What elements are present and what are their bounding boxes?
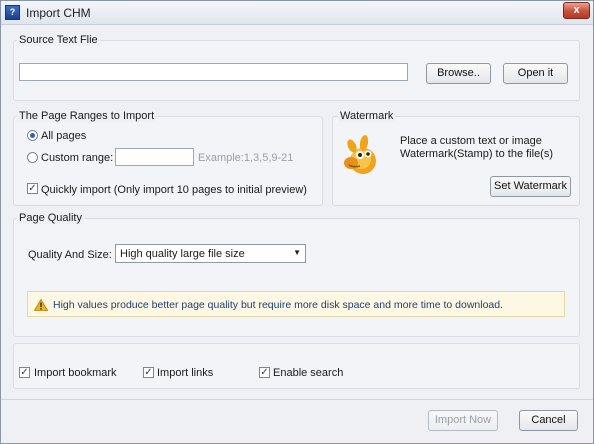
source-panel-label: Source Text Flie	[17, 34, 100, 46]
watermark-label: Watermark	[338, 110, 396, 122]
set-watermark-button[interactable]: Set Watermark	[490, 176, 571, 197]
import-links-checkbox[interactable]: ✓	[143, 367, 154, 378]
page-quality-panel	[13, 218, 580, 337]
import-bookmark-checkbox[interactable]: ✓	[19, 367, 30, 378]
footer-divider	[1, 399, 593, 400]
import-bookmark-label[interactable]: Import bookmark	[34, 367, 117, 379]
all-pages-label[interactable]: All pages	[41, 130, 86, 142]
enable-search-label[interactable]: Enable search	[273, 367, 343, 379]
watermark-description-line1: Place a custom text or image	[400, 135, 542, 147]
page-quality-label: Page Quality	[17, 212, 84, 224]
quick-import-label[interactable]: Quickly import (Only import 10 pages to …	[41, 184, 307, 196]
close-button[interactable]: x	[563, 2, 590, 19]
title-bar[interactable]: ? Import CHM x	[1, 1, 593, 25]
import-chm-dialog: ? Import CHM x Source Text Flie Browse..…	[0, 0, 594, 444]
browse-button[interactable]: Browse..	[426, 63, 491, 84]
watermark-description-line2: Watermark(Stamp) to the file(s)	[400, 148, 554, 160]
open-it-button[interactable]: Open it	[503, 63, 568, 84]
page-ranges-label: The Page Ranges to Import	[17, 110, 157, 122]
quality-warning-text: High values produce better page quality …	[53, 299, 504, 311]
custom-range-example: Example:1,3,5,9-21	[198, 152, 294, 164]
quality-size-label: Quality And Size:	[28, 249, 112, 261]
app-icon: ?	[5, 5, 20, 20]
custom-range-input[interactable]	[115, 148, 194, 166]
cancel-button[interactable]: Cancel	[519, 410, 578, 431]
chevron-down-icon: ▼	[293, 248, 301, 257]
quality-select[interactable]: High quality large file size ▼	[115, 244, 306, 263]
quality-warning: High values produce better page quality …	[27, 291, 565, 317]
enable-search-checkbox[interactable]: ✓	[259, 367, 270, 378]
gimp-mascot-icon	[344, 135, 376, 174]
warning-icon	[34, 299, 48, 311]
window-title: Import CHM	[26, 6, 91, 20]
import-now-button[interactable]: Import Now	[428, 410, 498, 431]
quick-import-checkbox[interactable]: ✓	[27, 183, 38, 194]
custom-range-radio[interactable]	[27, 152, 38, 163]
import-links-label[interactable]: Import links	[157, 367, 213, 379]
source-path-input[interactable]	[19, 63, 408, 81]
all-pages-radio[interactable]	[27, 130, 38, 141]
import-options-panel	[13, 343, 580, 389]
quality-select-value: High quality large file size	[120, 248, 245, 260]
custom-range-label[interactable]: Custom range:	[41, 152, 113, 164]
